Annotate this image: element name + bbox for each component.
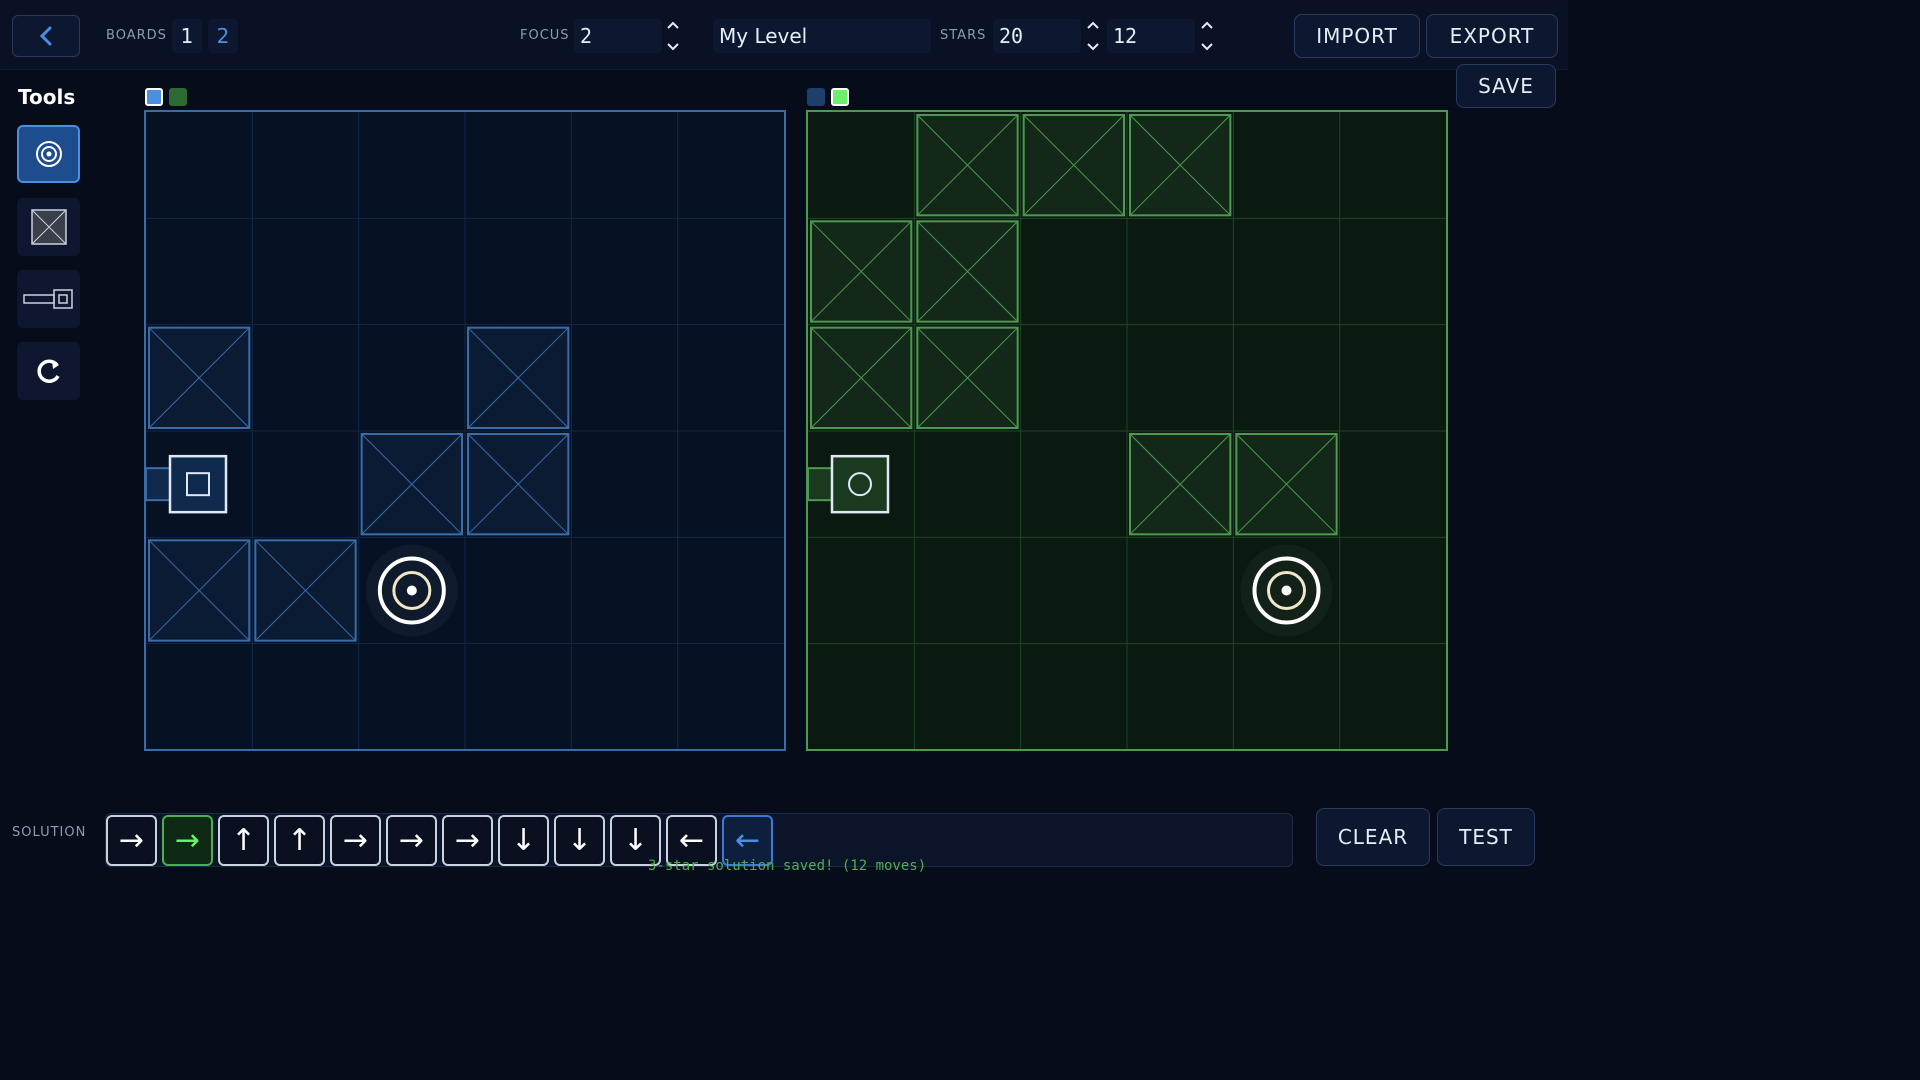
launcher-piece[interactable] <box>146 454 228 514</box>
test-button[interactable]: TEST <box>1437 808 1535 866</box>
solution-move[interactable]: ↓ <box>554 815 605 866</box>
board-green-swatch[interactable] <box>831 88 849 106</box>
block-cell[interactable] <box>810 220 913 323</box>
block-cell[interactable] <box>148 539 251 642</box>
block-cell[interactable] <box>360 433 464 536</box>
move-arrow-icon: ← <box>678 823 705 858</box>
block-cell[interactable] <box>467 326 570 430</box>
rotate-tool[interactable] <box>17 342 80 400</box>
back-button[interactable] <box>12 15 80 57</box>
grid-lines <box>808 112 1446 749</box>
chevron-up-icon[interactable] <box>1201 21 1213 29</box>
stars-spinner[interactable] <box>1086 21 1100 51</box>
move-arrow-icon: → <box>342 823 369 858</box>
move-arrow-icon: → <box>398 823 425 858</box>
block-cell[interactable] <box>916 326 1019 430</box>
block-cell[interactable] <box>148 326 251 430</box>
block-cell[interactable] <box>1129 114 1232 217</box>
move-arrow-icon: ← <box>734 823 761 858</box>
move-arrow-icon: ↓ <box>566 823 593 858</box>
moves-spinner[interactable] <box>1200 21 1214 51</box>
move-arrow-icon: ↑ <box>230 823 257 858</box>
level-name-input[interactable]: My Level <box>713 19 931 53</box>
top-bar: BOARDS 1 2 FOCUS 2 My Level STARS 20 12 … <box>0 0 1568 70</box>
target-piece[interactable] <box>365 544 458 637</box>
solution-move[interactable]: ↑ <box>274 815 325 866</box>
rotate-icon <box>36 359 60 383</box>
block-cell[interactable] <box>916 114 1019 217</box>
chevron-up-icon[interactable] <box>1087 21 1099 29</box>
chevron-down-icon[interactable] <box>1087 43 1099 51</box>
move-arrow-icon: → <box>118 823 145 858</box>
target-icon <box>35 141 62 167</box>
focus-input[interactable]: 2 <box>574 19 662 53</box>
stars-input[interactable]: 20 <box>993 19 1081 53</box>
block-cell[interactable] <box>254 539 357 642</box>
launcher-tool[interactable] <box>17 270 80 328</box>
move-arrow-icon: ↓ <box>622 823 649 858</box>
board-green-swatch-dim[interactable] <box>169 88 187 106</box>
block-cell[interactable] <box>916 220 1019 323</box>
block-tool[interactable] <box>17 198 80 256</box>
launcher-icon <box>22 289 73 309</box>
board-green[interactable] <box>806 110 1448 751</box>
import-button[interactable]: IMPORT <box>1294 14 1420 58</box>
solution-move[interactable]: → <box>330 815 381 866</box>
solution-move[interactable]: → <box>442 815 493 866</box>
solution-move[interactable]: ↓ <box>498 815 549 866</box>
solution-move[interactable]: → <box>162 815 213 866</box>
block-cell[interactable] <box>1235 433 1338 536</box>
block-cell[interactable] <box>1129 433 1232 536</box>
launcher-piece[interactable] <box>808 454 890 514</box>
grid-lines <box>146 112 784 749</box>
block-cell[interactable] <box>1022 114 1126 217</box>
stars-label: STARS <box>940 28 987 43</box>
export-button[interactable]: EXPORT <box>1426 14 1558 58</box>
board-green-grid[interactable] <box>808 112 1446 749</box>
block-cell[interactable] <box>810 326 913 430</box>
board-tab-1[interactable]: 1 <box>172 19 202 53</box>
board-blue-swatch[interactable] <box>145 88 163 106</box>
move-arrow-icon: → <box>174 823 201 858</box>
board-blue[interactable] <box>144 110 786 751</box>
move-arrow-icon: → <box>454 823 481 858</box>
board-tab-2[interactable]: 2 <box>208 19 238 53</box>
solution-move[interactable]: → <box>106 815 157 866</box>
target-piece[interactable] <box>1240 544 1333 637</box>
block-cell[interactable] <box>467 433 570 536</box>
chevron-up-icon[interactable] <box>667 21 679 29</box>
board-blue-swatch-dim[interactable] <box>807 88 825 106</box>
focus-label: FOCUS <box>520 28 570 43</box>
tools-title: Tools <box>18 85 76 109</box>
solution-move[interactable]: → <box>386 815 437 866</box>
save-button[interactable]: SAVE <box>1456 64 1556 108</box>
solution-move[interactable]: ↑ <box>218 815 269 866</box>
move-arrow-icon: ↑ <box>286 823 313 858</box>
move-arrow-icon: ↓ <box>510 823 537 858</box>
status-message: 3-star solution saved! (12 moves) <box>648 858 927 874</box>
clear-button[interactable]: CLEAR <box>1316 808 1430 866</box>
focus-spinner[interactable] <box>666 21 680 51</box>
chevron-down-icon[interactable] <box>1201 43 1213 51</box>
target-tool[interactable] <box>17 125 80 183</box>
chevron-down-icon[interactable] <box>667 43 679 51</box>
boards-label: BOARDS <box>106 28 167 43</box>
solution-label: SOLUTION <box>12 825 87 840</box>
moves-input[interactable]: 12 <box>1107 19 1195 53</box>
board-blue-grid[interactable] <box>146 112 784 749</box>
block-icon <box>30 209 67 245</box>
chevron-left-icon <box>39 26 52 46</box>
